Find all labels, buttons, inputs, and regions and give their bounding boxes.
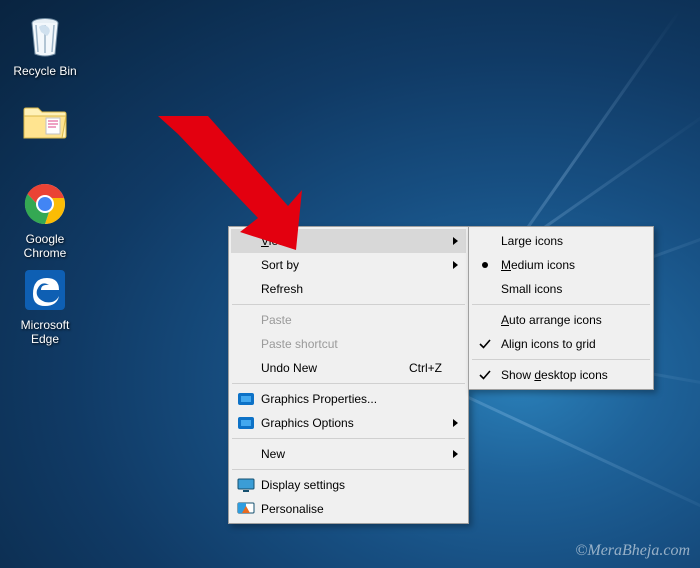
menu-separator <box>232 304 465 305</box>
submenu-medium-icons[interactable]: Medium icons <box>471 253 651 277</box>
folder-glyph <box>21 98 69 146</box>
menu-separator <box>472 304 650 305</box>
google-chrome-icon[interactable]: Google Chrome <box>8 180 82 260</box>
chevron-right-icon <box>453 419 458 427</box>
checkmark-icon <box>477 367 493 383</box>
recycle-bin-icon[interactable]: Recycle Bin <box>8 12 82 78</box>
personalise-icon <box>237 501 255 517</box>
menu-separator <box>232 438 465 439</box>
submenu-auto-arrange[interactable]: Auto arrange icons <box>471 308 651 332</box>
view-submenu: Large icons Medium icons Small icons Aut… <box>468 226 654 390</box>
submenu-align-to-grid[interactable]: Align icons to grid <box>471 332 651 356</box>
submenu-large-icons[interactable]: Large icons <box>471 229 651 253</box>
menu-paste-shortcut: Paste shortcut <box>231 332 466 356</box>
menu-sort-by[interactable]: Sort by <box>231 253 466 277</box>
microsoft-edge-icon[interactable]: MicrosoftEdge <box>8 266 82 346</box>
recycle-bin-glyph <box>21 12 69 60</box>
menu-paste: Paste <box>231 308 466 332</box>
menu-display-settings[interactable]: Display settings <box>231 473 466 497</box>
checkmark-icon <box>477 336 493 352</box>
desktop-context-menu: View Sort by Refresh Paste Paste shortcu… <box>228 226 469 524</box>
menu-graphics-properties[interactable]: Graphics Properties... <box>231 387 466 411</box>
chrome-glyph <box>21 180 69 228</box>
intel-icon <box>237 415 255 431</box>
chevron-right-icon <box>453 450 458 458</box>
menu-new[interactable]: New <box>231 442 466 466</box>
edge-glyph <box>21 266 69 314</box>
chevron-right-icon <box>453 261 458 269</box>
recycle-bin-label: Recycle Bin <box>8 64 82 78</box>
radio-dot-icon <box>477 257 493 273</box>
chevron-right-icon <box>453 237 458 245</box>
menu-separator <box>232 383 465 384</box>
display-icon <box>237 477 255 493</box>
edge-label: MicrosoftEdge <box>8 318 82 346</box>
submenu-show-desktop-icons[interactable]: Show desktop icons <box>471 363 651 387</box>
watermark-text: ©MeraBheja.com <box>575 542 690 560</box>
menu-view[interactable]: View <box>231 229 466 253</box>
submenu-small-icons[interactable]: Small icons <box>471 277 651 301</box>
menu-graphics-options[interactable]: Graphics Options <box>231 411 466 435</box>
menu-separator <box>472 359 650 360</box>
folder-icon[interactable] <box>8 98 82 150</box>
menu-refresh[interactable]: Refresh <box>231 277 466 301</box>
menu-personalise[interactable]: Personalise <box>231 497 466 521</box>
menu-undo-new[interactable]: Undo New Ctrl+Z <box>231 356 466 380</box>
chrome-label: Google Chrome <box>8 232 82 260</box>
intel-icon <box>237 391 255 407</box>
menu-undo-shortcut: Ctrl+Z <box>409 361 442 375</box>
menu-separator <box>232 469 465 470</box>
